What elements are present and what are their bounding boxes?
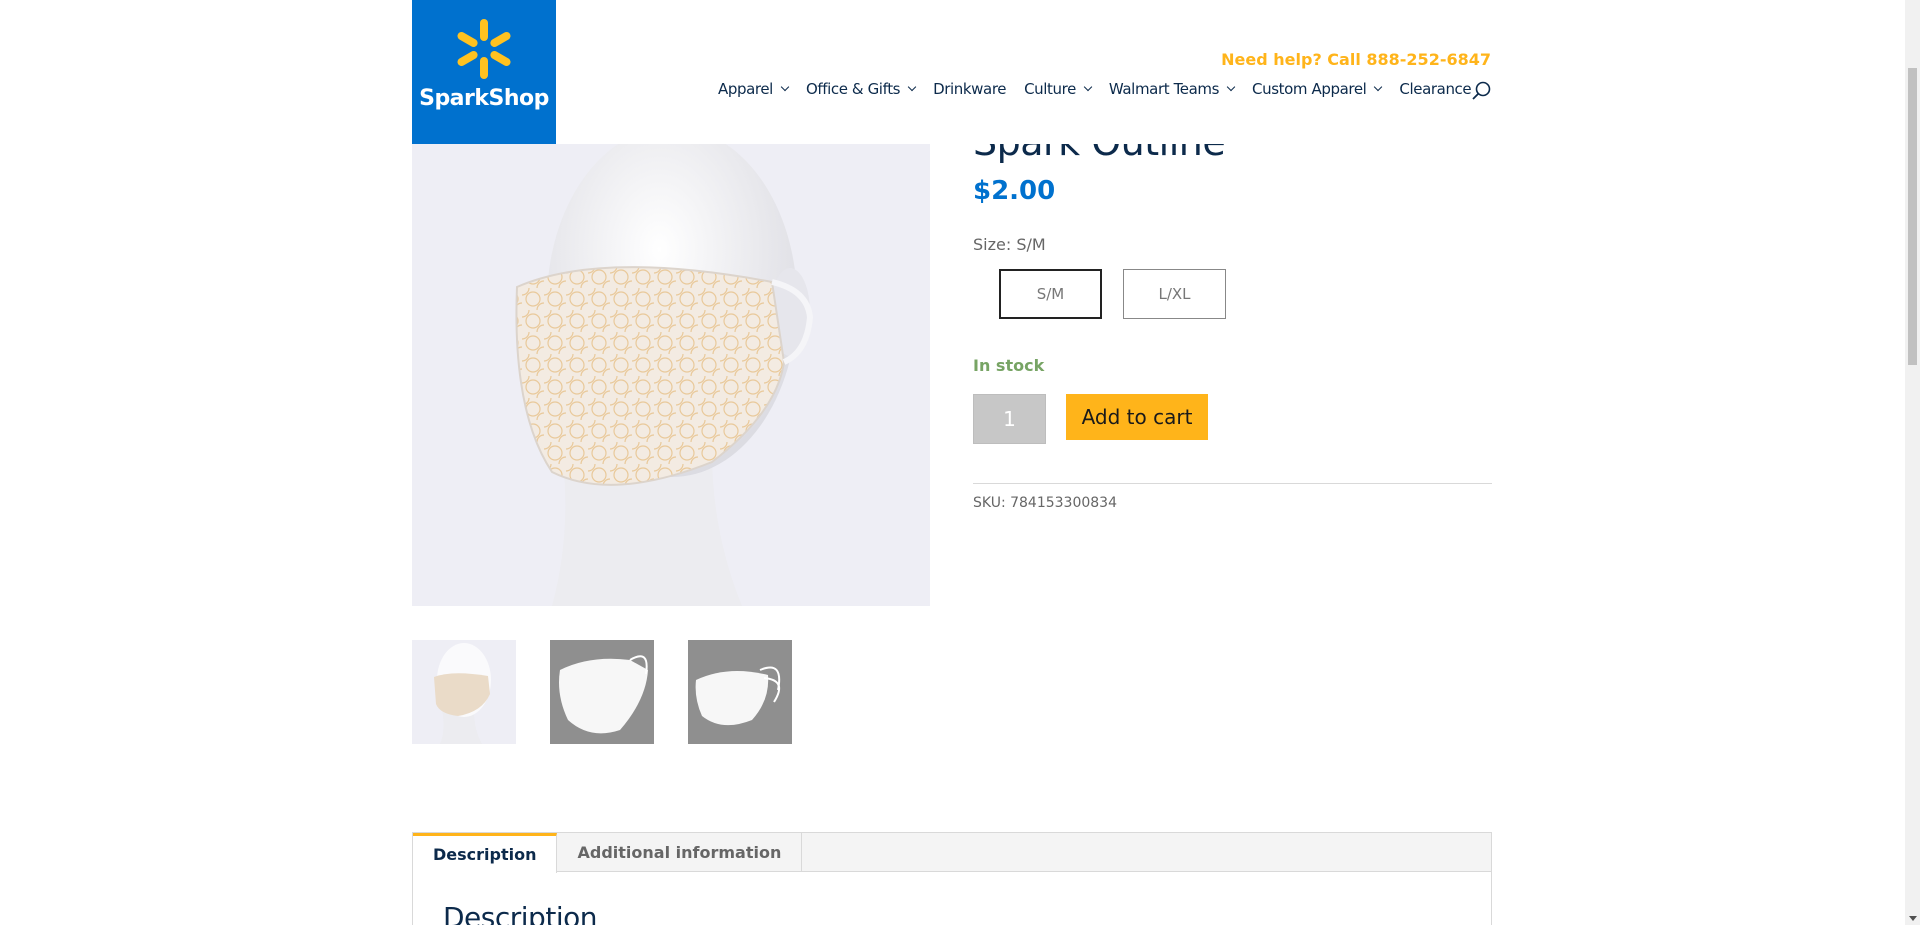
thumbnail-image bbox=[434, 643, 491, 744]
nav-item-office-gifts[interactable]: Office & Gifts bbox=[805, 80, 917, 98]
product-tabs: Description Additional information Descr… bbox=[412, 832, 1492, 925]
chevron-down-icon bbox=[780, 82, 790, 92]
nav-item-apparel[interactable]: Apparel bbox=[718, 80, 790, 98]
tab-description[interactable]: Description bbox=[413, 833, 558, 873]
spark-icon bbox=[457, 19, 511, 79]
thumbnail-image bbox=[695, 666, 781, 726]
divider bbox=[973, 483, 1492, 484]
quantity-input[interactable]: 1 bbox=[973, 394, 1046, 444]
nav-label: Apparel bbox=[718, 80, 773, 98]
size-label: Size: S/M bbox=[973, 235, 1046, 254]
mannequin-mask-image bbox=[515, 127, 814, 606]
nav-label: Walmart Teams bbox=[1108, 80, 1220, 98]
site-header: SparkShop Need help? Call 888-252-6847 A… bbox=[0, 0, 1905, 144]
nav-item-clearance[interactable]: Clearance bbox=[1399, 80, 1471, 98]
nav-item-walmart-teams[interactable]: Walmart Teams bbox=[1108, 80, 1236, 98]
stock-status: In stock bbox=[973, 356, 1045, 375]
tab-bar: Description Additional information bbox=[413, 833, 1491, 873]
logo-text: SparkShop bbox=[419, 86, 549, 111]
thumbnail-mask-side[interactable] bbox=[688, 640, 792, 744]
nav-label: Drinkware bbox=[933, 80, 1007, 98]
scroll-down-arrow-icon[interactable] bbox=[1909, 916, 1917, 921]
scrollbar-thumb[interactable] bbox=[1908, 68, 1917, 365]
nav-item-custom-apparel[interactable]: Custom Apparel bbox=[1252, 80, 1383, 98]
chevron-down-icon bbox=[1083, 82, 1093, 92]
add-to-cart-button[interactable]: Add to cart bbox=[1066, 394, 1208, 440]
tab-additional-information[interactable]: Additional information bbox=[557, 833, 803, 872]
chevron-down-icon bbox=[1374, 82, 1383, 92]
nav-label: Office & Gifts bbox=[805, 80, 901, 98]
search-icon[interactable] bbox=[1470, 80, 1492, 102]
thumbnail-mannequin[interactable] bbox=[412, 640, 516, 744]
page-scrollbar[interactable] bbox=[1905, 0, 1920, 925]
nav-label: Custom Apparel bbox=[1252, 80, 1367, 98]
chevron-down-icon bbox=[1226, 82, 1236, 92]
size-option-s-m[interactable]: S/M bbox=[999, 269, 1102, 319]
product-main-image[interactable] bbox=[412, 112, 930, 606]
thumbnail-mask-flat[interactable] bbox=[550, 640, 654, 744]
main-nav: Apparel Office & Gifts Drinkware Culture… bbox=[718, 80, 1489, 98]
thumbnail-image bbox=[559, 655, 648, 734]
size-option-l-xl[interactable]: L/XL bbox=[1123, 269, 1226, 319]
product-sku: SKU: 784153300834 bbox=[973, 495, 1117, 511]
product-price: $2.00 bbox=[973, 176, 1056, 206]
chevron-down-icon bbox=[907, 82, 917, 92]
help-phone-link[interactable]: Need help? Call 888-252-6847 bbox=[1221, 50, 1491, 69]
sparkshop-logo[interactable]: SparkShop bbox=[412, 0, 556, 144]
nav-item-drinkware[interactable]: Drinkware bbox=[933, 80, 1006, 98]
nav-item-culture[interactable]: Culture bbox=[1024, 80, 1093, 98]
description-heading: Description bbox=[443, 901, 597, 925]
nav-label: Clearance bbox=[1399, 80, 1472, 98]
nav-label: Culture bbox=[1024, 80, 1076, 98]
